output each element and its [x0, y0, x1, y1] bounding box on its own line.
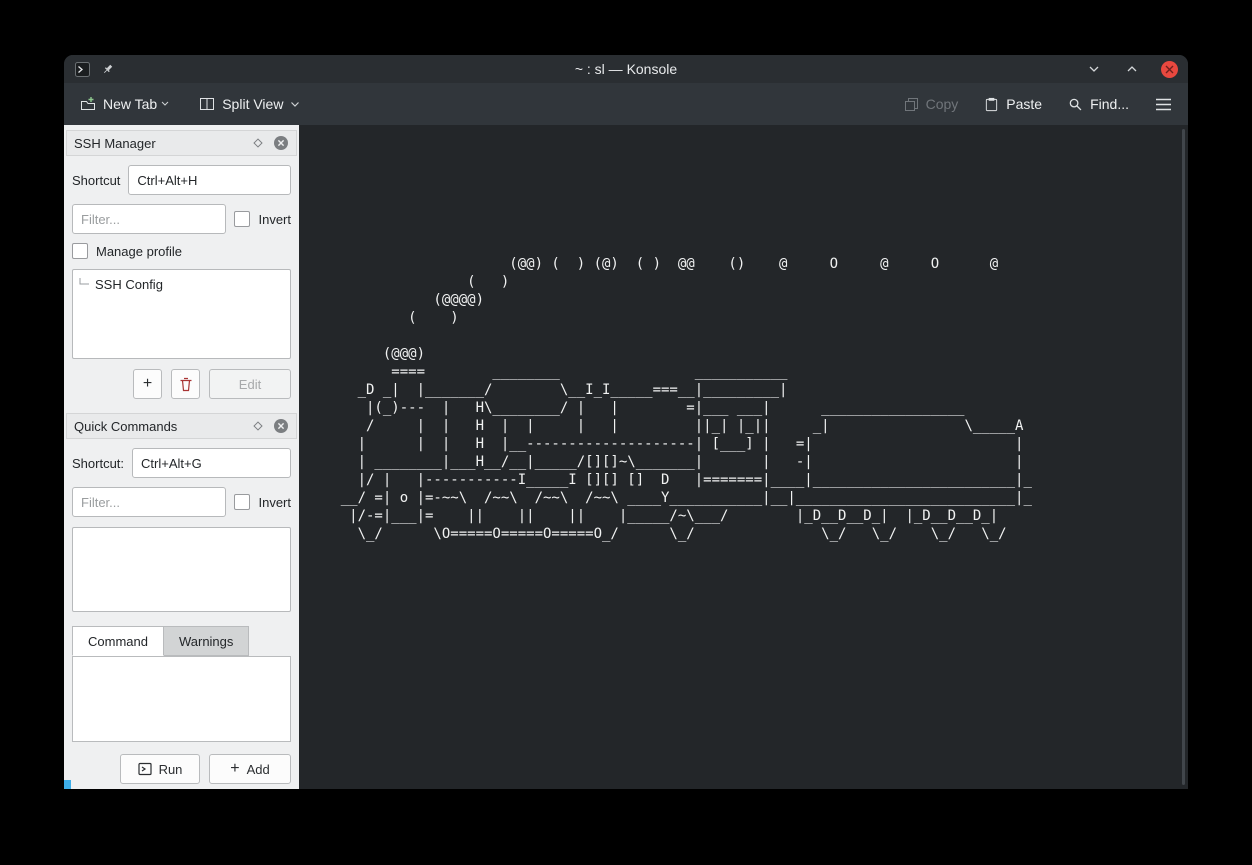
close-panel-icon[interactable] — [273, 418, 289, 434]
chevron-down-icon — [161, 101, 169, 107]
trash-icon — [179, 377, 193, 392]
window-content: SSH Manager Shortc — [64, 125, 1188, 789]
ssh-shortcut-input[interactable] — [128, 165, 291, 195]
manage-profile-label: Manage profile — [96, 244, 182, 259]
tree-item-label: SSH Config — [95, 277, 163, 292]
ssh-invert-checkbox[interactable] — [234, 211, 250, 227]
terminal-output[interactable]: (@@) ( ) (@) ( ) @@ () @ O @ O @ ( ) (@@… — [299, 125, 1188, 543]
split-view-icon — [199, 96, 215, 112]
minimize-icon[interactable] — [1085, 60, 1103, 78]
find-button[interactable]: Find... — [1068, 96, 1129, 112]
paste-label: Paste — [1006, 96, 1042, 112]
titlebar-controls — [1085, 55, 1178, 83]
hamburger-menu-button[interactable] — [1155, 98, 1172, 111]
ssh-filter-input[interactable] — [72, 204, 226, 234]
edit-button-label: Edit — [239, 377, 261, 392]
qc-shortcut-input[interactable] — [132, 448, 291, 478]
terminal-scrollbar[interactable] — [1182, 129, 1185, 785]
tab-command-label: Command — [88, 634, 148, 649]
ssh-config-tree[interactable]: SSH Config — [72, 269, 291, 359]
ssh-delete-button[interactable] — [171, 369, 200, 399]
run-button-label: Run — [159, 762, 183, 777]
command-editor[interactable] — [72, 656, 291, 742]
copy-label: Copy — [926, 96, 959, 112]
find-label: Find... — [1090, 96, 1129, 112]
maximize-icon[interactable] — [1123, 60, 1141, 78]
copy-icon — [904, 97, 919, 112]
ssh-add-button[interactable]: + — [133, 369, 162, 399]
tab-command[interactable]: Command — [72, 626, 164, 656]
new-tab-button[interactable]: New Tab — [80, 96, 169, 112]
close-panel-icon[interactable] — [273, 135, 289, 151]
qc-add-button[interactable]: + Add — [209, 754, 291, 784]
tree-item-ssh-config[interactable]: SSH Config — [77, 274, 286, 294]
ssh-manager-title: SSH Manager — [74, 136, 253, 151]
pin-icon[interactable] — [101, 63, 114, 76]
plus-icon: + — [143, 376, 152, 392]
new-tab-label: New Tab — [103, 96, 157, 112]
close-button[interactable] — [1161, 61, 1178, 78]
accent-indicator — [64, 780, 71, 789]
run-icon — [138, 762, 152, 776]
ssh-invert-label: Invert — [258, 212, 291, 227]
new-tab-icon — [80, 96, 96, 112]
search-icon — [1068, 97, 1083, 112]
shortcut-label: Shortcut — [72, 173, 120, 188]
window-title: ~ : sl — Konsole — [575, 61, 677, 77]
titlebar-left-icons — [75, 55, 114, 83]
chevron-down-icon — [290, 101, 300, 108]
paste-button[interactable]: Paste — [984, 96, 1042, 112]
tree-branch-icon — [77, 276, 93, 292]
ssh-edit-button[interactable]: Edit — [209, 369, 291, 399]
tab-warnings-label: Warnings — [179, 634, 233, 649]
konsole-window: ~ : sl — Konsole — [64, 55, 1188, 789]
qc-shortcut-label: Shortcut: — [72, 456, 124, 471]
float-panel-icon[interactable] — [253, 421, 263, 431]
add-button-label: Add — [247, 762, 270, 777]
qc-tabs: Command Warnings — [72, 626, 291, 656]
hamburger-icon — [1155, 98, 1172, 111]
run-button[interactable]: Run — [120, 754, 200, 784]
qc-invert-label: Invert — [258, 495, 291, 510]
split-view-button[interactable]: Split View — [199, 96, 300, 112]
qc-invert-checkbox[interactable] — [234, 494, 250, 510]
float-panel-icon[interactable] — [253, 138, 263, 148]
konsole-app-icon[interactable] — [75, 62, 90, 77]
sidebar: SSH Manager Shortc — [64, 125, 299, 789]
plus-icon: + — [230, 761, 239, 777]
ssh-manager-panel-header[interactable]: SSH Manager — [66, 130, 297, 156]
quick-commands-list[interactable] — [72, 527, 291, 612]
titlebar[interactable]: ~ : sl — Konsole — [64, 55, 1188, 83]
manage-profile-checkbox[interactable] — [72, 243, 88, 259]
quick-commands-panel-header[interactable]: Quick Commands — [66, 413, 297, 439]
qc-filter-input[interactable] — [72, 487, 226, 517]
copy-button[interactable]: Copy — [904, 96, 959, 112]
toolbar: New Tab Split View — [64, 83, 1188, 125]
paste-icon — [984, 97, 999, 112]
tab-warnings[interactable]: Warnings — [164, 626, 249, 656]
split-view-label: Split View — [222, 96, 283, 112]
quick-commands-title: Quick Commands — [74, 419, 253, 434]
terminal-area[interactable]: (@@) ( ) (@) ( ) @@ () @ O @ O @ ( ) (@@… — [299, 125, 1188, 789]
